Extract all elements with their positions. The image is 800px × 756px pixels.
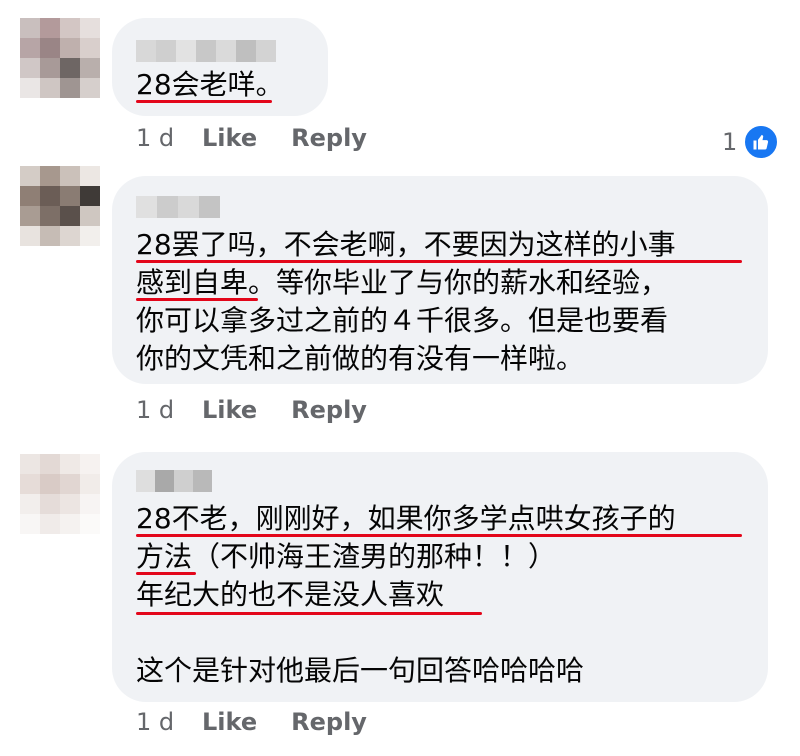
- reaction-count-label: 1: [722, 128, 738, 156]
- commenter-name-blurred[interactable]: [136, 470, 212, 492]
- timestamp[interactable]: 1 d: [136, 708, 202, 736]
- commenter-name-blurred[interactable]: [136, 40, 276, 62]
- like-button[interactable]: Like: [202, 124, 257, 152]
- reply-button[interactable]: Reply: [291, 708, 367, 736]
- reply-button[interactable]: Reply: [291, 124, 367, 152]
- comment-text-line: 方法（不帅海王渣男的那种！！）: [136, 540, 557, 573]
- like-button[interactable]: Like: [202, 708, 257, 736]
- comment-text-line: 你可以拿多过之前的４千很多。但是也要看: [136, 304, 669, 337]
- comment-text-line: 28会老咩。: [136, 68, 284, 101]
- highlight-underline: [136, 612, 482, 615]
- avatar[interactable]: [20, 18, 100, 98]
- reaction-count[interactable]: 1: [722, 124, 780, 160]
- reply-button[interactable]: Reply: [291, 396, 367, 424]
- comment-actions: 1 d Like Reply: [136, 708, 401, 736]
- avatar[interactable]: [20, 166, 100, 246]
- timestamp[interactable]: 1 d: [136, 124, 202, 152]
- highlight-underline: [136, 260, 742, 263]
- avatar[interactable]: [20, 454, 100, 534]
- highlight-underline: [136, 572, 196, 575]
- comment-text-line: 感到自卑。等你毕业了与你的薪水和经验，: [136, 266, 669, 299]
- like-button[interactable]: Like: [202, 396, 257, 424]
- comment-text-line: 28不老，刚刚好，如果你多学点哄女孩子的: [136, 502, 676, 535]
- comment-text-line: 你的文凭和之前做的有没有一样啦。: [136, 342, 585, 375]
- highlight-underline: [136, 534, 742, 537]
- highlight-underline: [136, 100, 272, 103]
- comment-actions: 1 d Like Reply: [136, 396, 401, 424]
- comment-actions: 1 d Like Reply: [136, 124, 401, 152]
- comment-text-line: 这个是针对他最后一句回答哈哈哈哈: [136, 654, 585, 687]
- thumbs-up-icon: [743, 124, 780, 160]
- highlight-underline: [136, 298, 258, 301]
- comment-text-line: 年纪大的也不是没人喜欢: [136, 578, 445, 611]
- timestamp[interactable]: 1 d: [136, 396, 202, 424]
- commenter-name-blurred[interactable]: [136, 196, 220, 218]
- comment-text-line: 28罢了吗，不会老啊，不要因为这样的小事: [136, 228, 676, 261]
